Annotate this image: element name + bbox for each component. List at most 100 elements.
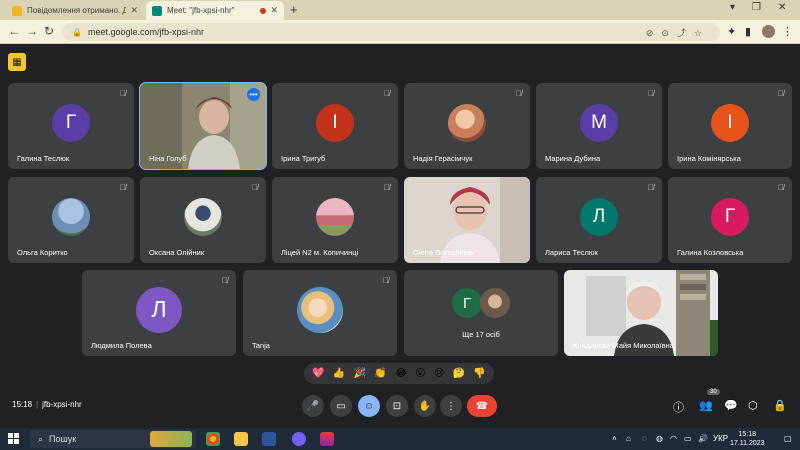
reaction-thumbs-up-icon[interactable]: 👍: [333, 368, 345, 379]
participant-tile[interactable]: 🎙̸ М Марина Дубина: [536, 83, 662, 169]
participant-name: Ліцей N2 м. Копичинці: [281, 248, 359, 257]
profile-avatar[interactable]: [762, 25, 775, 38]
microphone-button[interactable]: 🎤: [302, 395, 324, 417]
participant-tile[interactable]: 🎙̸ Оксана Олійник: [140, 177, 266, 263]
lock-icon: 🔒: [72, 27, 82, 37]
windows-start-icon[interactable]: [8, 433, 19, 444]
more-participants-tile[interactable]: Г Ще 17 осіб: [404, 270, 558, 356]
reaction-heart-icon[interactable]: 💖: [312, 368, 324, 379]
reaction-surprised-icon[interactable]: 😮: [415, 368, 425, 379]
menu-icon[interactable]: ⋮: [782, 25, 793, 38]
reaction-sad-icon[interactable]: 😢: [434, 368, 444, 379]
participant-tile[interactable]: 🎙̸ І Ірина Тригуб: [272, 83, 398, 169]
reaction-thinking-icon[interactable]: 🤔: [453, 368, 465, 379]
url-field[interactable]: 🔒 meet.google.com/jfb-xpsi-nhr ⊘⊙⤴☆: [62, 23, 720, 41]
notifications-icon[interactable]: ▢: [784, 434, 792, 443]
reaction-thumbs-down-icon[interactable]: 👎: [473, 368, 485, 379]
leave-call-button[interactable]: ☎: [467, 395, 497, 417]
reaction-clap-icon[interactable]: 👏: [374, 368, 386, 379]
app-icon[interactable]: [320, 432, 334, 446]
chrome-icon[interactable]: [206, 432, 220, 446]
more-options-button[interactable]: ⋮: [440, 395, 462, 417]
taskbar-search[interactable]: ⌕ Пошук: [30, 430, 196, 448]
language-indicator[interactable]: УКР: [713, 434, 728, 443]
participant-photo: [480, 288, 510, 318]
search-highlight-art: [150, 431, 192, 447]
minimize-icon[interactable]: ▾: [730, 2, 735, 13]
clock-time: 15:18: [738, 431, 757, 438]
word-icon[interactable]: [262, 432, 276, 446]
participant-initial: М: [580, 103, 618, 142]
extensions-icon[interactable]: ✦: [727, 25, 736, 38]
reaction-laugh-icon[interactable]: 😂: [395, 368, 407, 379]
tray-icon[interactable]: ◌: [642, 434, 647, 443]
browser-tab-meet[interactable]: Meet: "jfb-xpsi-nhr" ✕: [146, 1, 284, 20]
participant-initial: Г: [452, 288, 482, 318]
mic-off-icon: 🎙̸: [648, 89, 654, 98]
reload-icon[interactable]: ↻: [44, 24, 54, 38]
present-button[interactable]: ⊡: [386, 395, 408, 417]
people-icon[interactable]: 👥: [699, 399, 713, 412]
meet-control-bar: 15:18 | jfb-xpsi-nhr 🎤 ▭ ☺ ⊡ ✋ ⋮ ☎ ⓘ 👥 💬 ⬡…: [0, 390, 800, 422]
reactions-button[interactable]: ☺: [358, 395, 380, 417]
host-controls-lock-icon[interactable]: 🔒: [773, 399, 787, 412]
url-text: meet.google.com/jfb-xpsi-nhr: [87, 27, 205, 37]
participant-tile[interactable]: 🎙̸ Л Лариса Теслюк: [536, 177, 662, 263]
taskbar-clock[interactable]: 15:18 17.11.2023: [730, 430, 765, 448]
restore-icon[interactable]: ❐: [752, 2, 761, 13]
participant-tile-video[interactable]: ••• Ніна Голуб: [139, 82, 267, 170]
participant-name: Галина Козловська: [677, 248, 744, 257]
sidebar-icon[interactable]: ▮: [745, 25, 751, 38]
participant-tile[interactable]: 🎙̸ Ольга Коритко: [8, 177, 134, 263]
participant-tile[interactable]: 🎙̸ Г Галина Козловська: [668, 177, 792, 263]
reaction-party-icon[interactable]: 🎉: [354, 368, 366, 379]
display-icon[interactable]: ▭: [684, 434, 692, 443]
message-favicon-icon: [12, 5, 22, 16]
clock-date: 17.11.2023: [730, 440, 765, 447]
participant-name: Ольга Коритко: [17, 248, 68, 257]
omnibox-actions[interactable]: ⊘⊙⤴☆: [646, 26, 710, 39]
participant-photo: [448, 103, 486, 142]
mic-off-icon: 🎙̸: [120, 183, 126, 192]
participant-tile[interactable]: 🎙̸ Tanja: [243, 270, 397, 356]
participant-tile[interactable]: 🎙̸ Л Людмила Полева: [82, 270, 236, 356]
forward-icon[interactable]: →: [26, 24, 38, 38]
participant-tile[interactable]: 🎙̸ Надія Герасімчук: [404, 83, 530, 169]
mic-off-icon: 🎙̸: [384, 89, 390, 98]
participant-tile-video[interactable]: Olena Goroshkina: [404, 177, 530, 263]
participant-photo: [297, 286, 343, 333]
tab-title: Meet: "jfb-xpsi-nhr": [167, 6, 235, 15]
more-options-icon[interactable]: •••: [247, 88, 260, 101]
volume-icon[interactable]: 🔊: [698, 434, 708, 443]
camera-button[interactable]: ▭: [330, 395, 352, 417]
mic-off-icon: 🎙̸: [383, 276, 389, 285]
close-tab-icon[interactable]: ✕: [270, 5, 278, 16]
info-icon[interactable]: ⓘ: [673, 399, 684, 415]
participant-name: Ірина Тригуб: [281, 154, 326, 163]
tray-chevron-icon[interactable]: ˄: [612, 434, 617, 443]
back-icon[interactable]: ←: [8, 24, 20, 38]
file-explorer-icon[interactable]: [234, 432, 248, 446]
participant-tile[interactable]: 🎙̸ І Ірина Комінярська: [668, 83, 792, 169]
tray-icon[interactable]: ◍: [656, 434, 663, 443]
viber-icon[interactable]: [292, 432, 306, 446]
activities-icon[interactable]: ⬡: [748, 399, 758, 412]
recording-indicator-icon: [260, 7, 267, 14]
close-tab-icon[interactable]: ✕: [130, 5, 138, 16]
close-window-icon[interactable]: ✕: [778, 2, 786, 13]
participant-name: Галина Теслюк: [17, 154, 70, 163]
participant-tile[interactable]: 🎙̸ Г Галина Теслюк: [8, 83, 134, 169]
wifi-icon[interactable]: ◠: [670, 434, 677, 443]
participant-initial: Г: [711, 197, 749, 236]
participant-tile-video[interactable]: Кондирєва Майя Миколаївна: [564, 270, 718, 356]
meeting-time: 15:18: [12, 400, 33, 409]
present-screen-icon: ⊡: [392, 400, 402, 412]
chat-icon[interactable]: 💬: [724, 399, 738, 412]
browser-tab-messages[interactable]: Повідомлення отримано. Дяку ✕: [6, 1, 144, 20]
raise-hand-button[interactable]: ✋: [414, 395, 436, 417]
address-bar-row: ← → ↻ 🔒 meet.google.com/jfb-xpsi-nhr ⊘⊙⤴…: [0, 20, 800, 44]
participant-tile[interactable]: 🎙̸ Ліцей N2 м. Копичинці: [272, 177, 398, 263]
tray-icon[interactable]: ⌂: [626, 434, 631, 443]
new-tab-button[interactable]: +: [290, 2, 298, 17]
host-controls-icon[interactable]: ▦: [8, 53, 26, 71]
